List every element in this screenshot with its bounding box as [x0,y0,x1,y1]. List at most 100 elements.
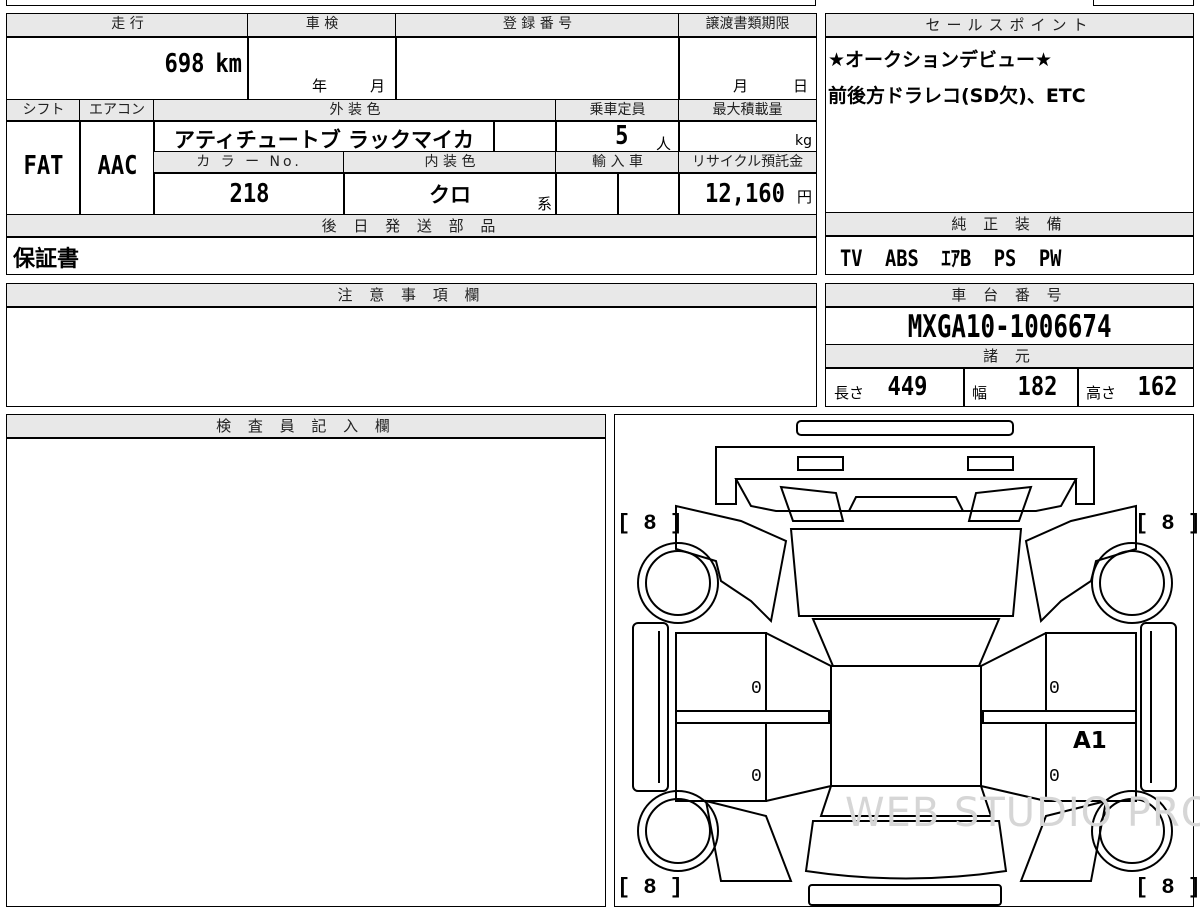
color-no-header: カ ラ ー No. [153,151,345,174]
max-load-header: 最大積載量 [678,99,817,122]
transfer-deadline-cell: 月 日 [678,36,817,101]
sales-points-line1: ★オークションデビュー★ [828,49,1053,71]
sales-points-cell: ★オークションデビュー★ 前後方ドラレコ(SD欠)、ETC [825,36,1194,214]
shaken-header: 車 検 [247,13,397,38]
hood [789,528,1023,617]
interior-color-suffix: 系 [536,195,552,213]
capacity-cell: 5 人 [555,120,680,153]
pillar-left [675,710,830,724]
registration-header: 登 録 番 号 [395,13,680,38]
mark-right-rear-door: 0 [1049,767,1060,787]
exterior-color-extra-cell [493,120,557,153]
windshield-r [967,485,1033,522]
interior-color-value: クロ [429,183,471,207]
shaken-cell: 年 月 [247,36,397,101]
length-value: 449 [887,372,928,402]
shaken-year-label: 年 [312,77,328,95]
damage-code-a1: A1 [1073,728,1107,754]
front-frame [715,446,1095,505]
interior-color-cell: クロ 系 [343,172,557,216]
color-no-value: 218 [229,179,269,209]
headlight-left [797,456,844,471]
equipment-cell: TV ABS ｴｱB PS PW [825,235,1194,275]
height-cell: 高さ 162 [1077,367,1194,407]
length-cell: 長さ 449 [825,367,965,407]
max-load-cell: kg [678,120,817,153]
mileage-header: 走 行 [6,13,249,38]
equipment-header: 純 正 装 備 [825,212,1194,237]
max-load-unit: kg [795,133,812,149]
windshield [779,485,845,522]
length-label: 長さ [834,384,865,402]
later-parts-header: 後 日 発 送 部 品 [6,214,817,238]
recycle-fee-value: 12,160 [705,179,785,209]
mark-left-rear-door: 0 [751,767,762,787]
rear-bumper [808,884,1002,906]
wheel-front-left [637,542,719,624]
dimensions-header: 諸 元 [825,344,1194,369]
ac-value: AAC [97,151,137,181]
wheel-front-right [1091,542,1173,624]
mileage-value: 698 [164,49,205,79]
shift-cell: FAT [6,120,81,216]
recycle-fee-cell: 12,160 円 [678,172,817,216]
recycle-fee-header: リサイクル預託金 [678,151,817,174]
notes-header: 注 意 事 項 欄 [6,283,817,308]
pillar-right [982,710,1137,724]
width-label: 幅 [972,384,988,402]
front-fender-left [675,504,788,624]
later-parts-cell: 保証書 [6,236,817,275]
width-cell: 幅 182 [963,367,1079,407]
front-fender-right [1024,504,1137,624]
inspector-header: 検 査 員 記 入 欄 [6,414,606,439]
equipment-value: TV ABS ｴｱB PS PW [840,247,1062,272]
side-left-upper [765,632,832,802]
transfer-deadline-header: 譲渡書類期限 [678,13,817,38]
sales-points-line2: 前後方ドラレコ(SD欠)、ETC [828,85,1086,107]
hood-ridge [847,496,965,512]
mark-right-front-door: 0 [1049,679,1060,699]
later-parts-value: 保証書 [13,247,80,272]
registration-cell [395,36,680,101]
roof [830,665,982,787]
chassis-header: 車 台 番 号 [825,283,1194,308]
import-cell-b [617,172,680,216]
ac-cell: AAC [79,120,155,216]
tire-label-front-left: [ 8 ] [617,511,684,536]
inspector-cell [6,437,606,907]
headlight-right [967,456,1014,471]
tire-label-rear-left: [ 8 ] [617,875,684,900]
front-glass [811,618,1001,667]
door-front-right [1045,632,1137,712]
rear-quarter-left [704,799,793,882]
capacity-header: 乗車定員 [555,99,680,122]
door-front-left [675,632,767,712]
vehicle-info-table: 走 行 車 検 登 録 番 号 譲渡書類期限 698 km 年 月 月 日 シフ… [6,13,817,275]
width-value: 182 [1017,372,1058,402]
sales-points-header: セールスポイント [825,13,1194,38]
color-no-cell: 218 [153,172,345,216]
top-strip [6,0,816,6]
chassis-cell: MXGA10-1006674 [825,306,1194,346]
transfer-day-label: 日 [793,77,809,95]
ac-header: エアコン [79,99,155,122]
height-label: 高さ [1086,384,1117,402]
shift-value: FAT [23,151,64,181]
rocker-right [1140,622,1177,792]
import-header: 輸 入 車 [555,151,680,174]
rocker-left [632,622,669,792]
shaken-month-label: 月 [370,77,386,95]
top-strip-right [1093,0,1194,6]
mileage-cell: 698 km [6,36,249,101]
exterior-color-header: 外 装 色 [153,99,557,122]
mileage-unit: km [215,49,242,79]
transfer-month-label: 月 [733,77,749,95]
height-value: 162 [1137,372,1178,402]
chassis-value: MXGA10-1006674 [907,309,1112,345]
tire-label-rear-right: [ 8 ] [1135,875,1200,900]
front-bumper [796,420,1014,436]
exterior-color-value: アティチュートブ ラックマイカ [173,128,475,152]
import-cell-a [555,172,619,216]
recycle-fee-unit: 円 [796,188,812,206]
exterior-color-cell: アティチュートブ ラックマイカ [153,120,495,153]
